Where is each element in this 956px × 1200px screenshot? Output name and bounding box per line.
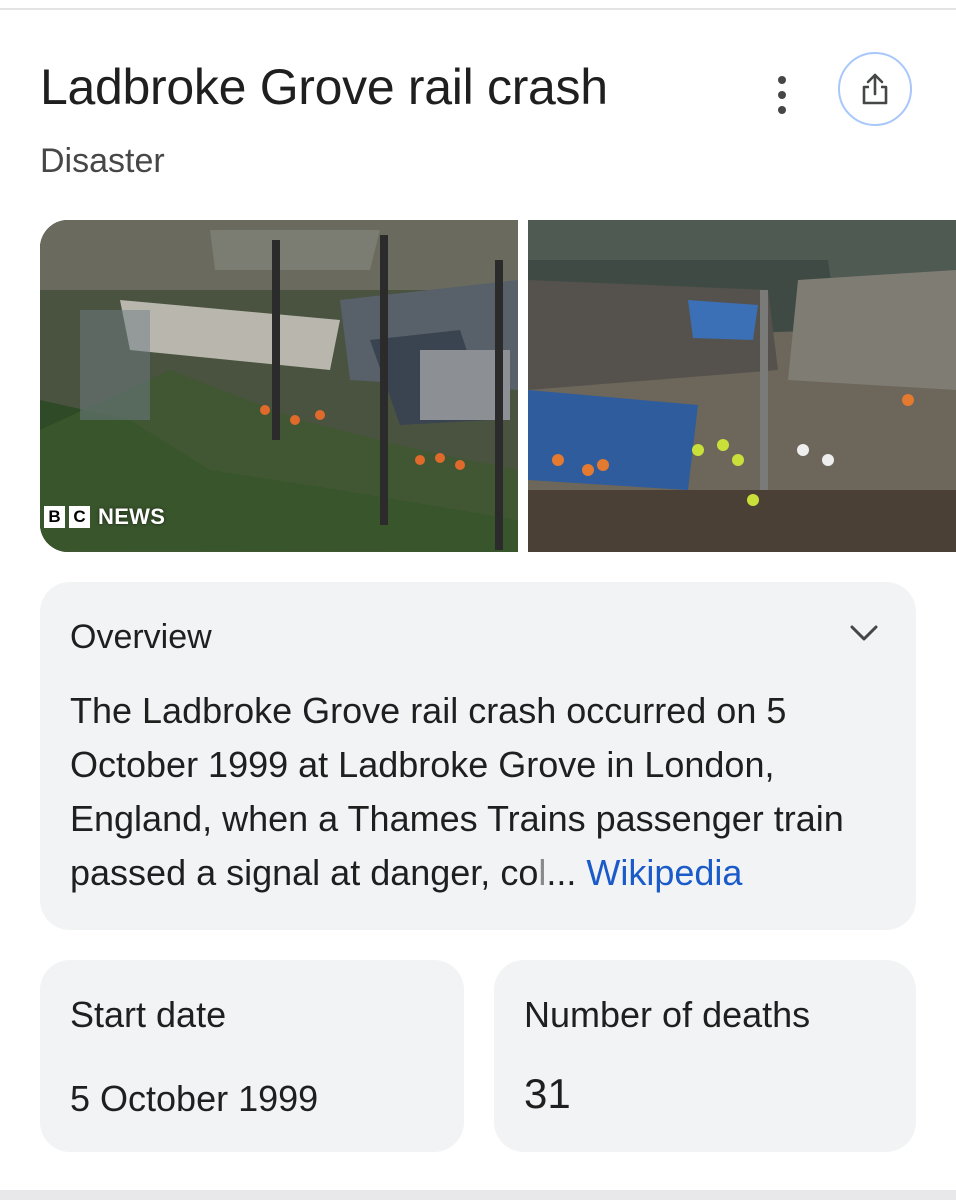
crash-photo-bbc[interactable] <box>40 220 518 552</box>
share-button[interactable] <box>838 52 912 126</box>
bottom-divider <box>0 1190 956 1200</box>
start-date-card[interactable]: Start date 5 October 1999 <box>40 960 464 1152</box>
more-options-button[interactable] <box>760 70 804 120</box>
number-of-deaths-card[interactable]: Number of deaths 31 <box>494 960 916 1152</box>
fact-value: 31 <box>524 1070 571 1117</box>
more-vert-icon <box>778 76 786 84</box>
share-icon <box>862 73 888 105</box>
fact-label: Number of deaths <box>524 994 811 1035</box>
wikipedia-link[interactable]: Wikipedia <box>586 852 742 893</box>
entity-type: Disaster <box>40 142 165 180</box>
chevron-down-icon <box>850 625 878 641</box>
fact-value: 5 October 1999 <box>70 1078 319 1119</box>
bbc-news-text: NEWS <box>98 504 166 529</box>
expand-overview-button[interactable] <box>844 616 884 650</box>
top-divider <box>0 8 956 10</box>
overview-ellipsis: ... <box>546 852 587 893</box>
crash-photo-rescue[interactable] <box>528 220 956 552</box>
overview-heading: Overview <box>70 618 212 656</box>
overview-text: The Ladbroke Grove rail crash occurred o… <box>70 684 900 900</box>
overview-card: Overview The Ladbroke Grove rail crash o… <box>40 582 916 930</box>
bbc-news-watermark: B C NEWS <box>44 504 165 530</box>
page-title: Ladbroke Grove rail crash <box>40 59 608 115</box>
bbc-box-c: C <box>69 506 90 528</box>
bbc-box-b: B <box>44 506 65 528</box>
fact-label: Start date <box>70 994 227 1035</box>
